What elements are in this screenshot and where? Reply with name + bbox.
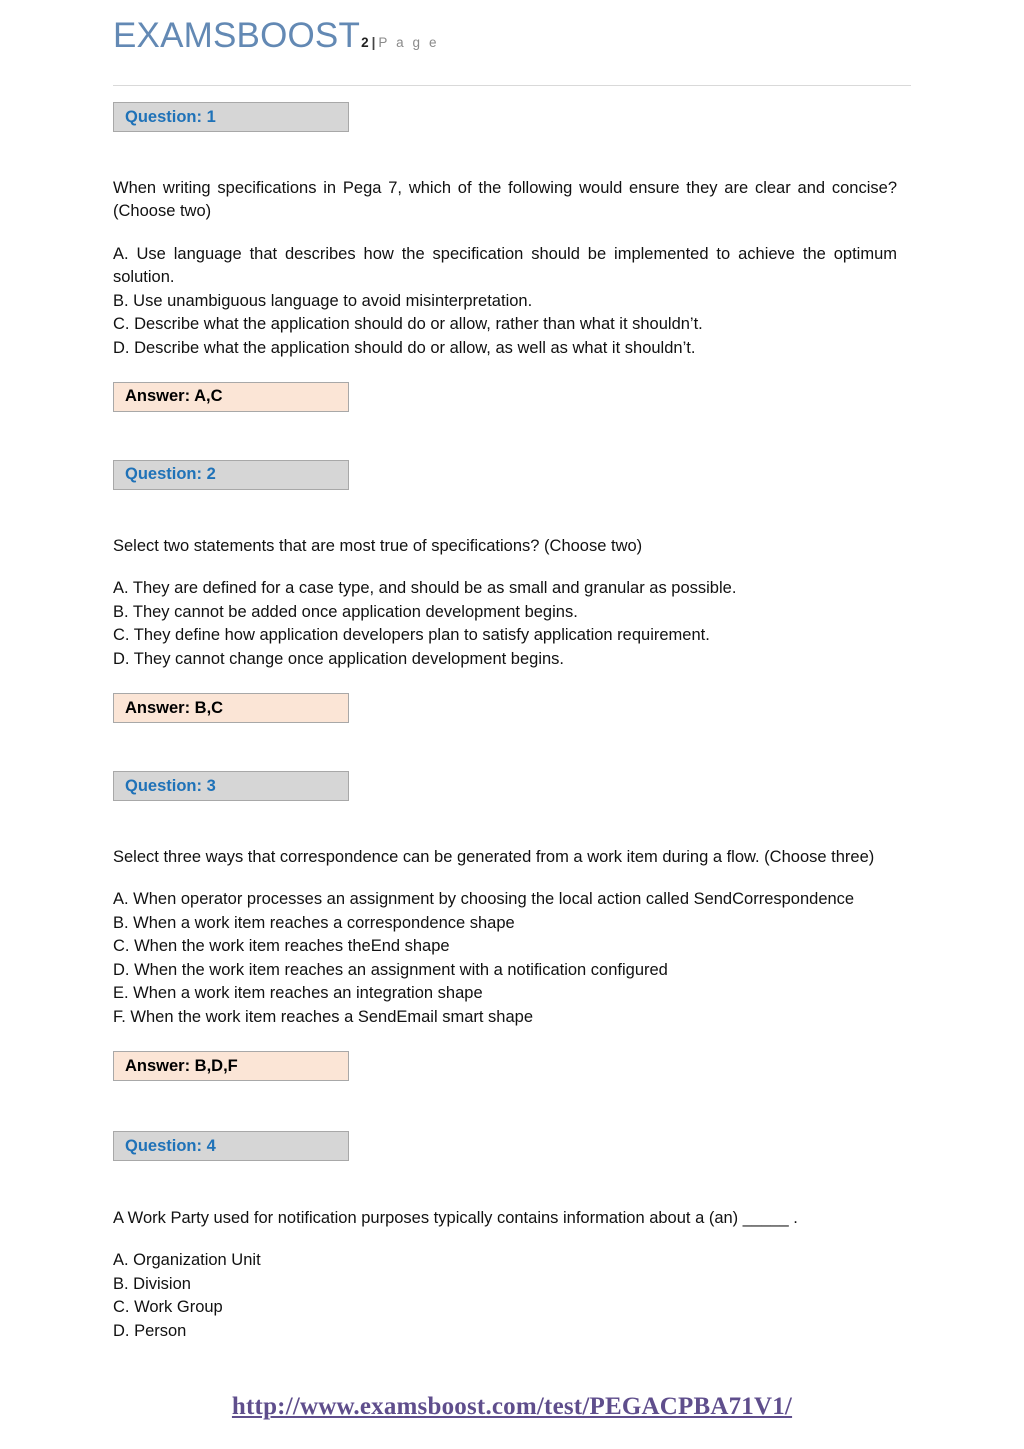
page-word-label: P a g e — [378, 35, 440, 50]
question-label-4: Question: 4 — [113, 1131, 349, 1162]
option-item: F. When the work item reaches a SendEmai… — [113, 1007, 534, 1026]
answer-label-text-1: Answer: A,C — [125, 387, 223, 406]
question-stem-1: When writing specifications in Pega 7, w… — [113, 179, 897, 221]
option-item: A. Use language that describes how the s… — [113, 244, 897, 287]
option-item: B. Division — [113, 1274, 191, 1293]
answer-label-text-2: Answer: B,C — [125, 698, 224, 717]
question-label-text-4: Question: 4 — [125, 1136, 216, 1155]
option-item: D. Describe what the application should … — [113, 338, 696, 357]
answer-label-2: Answer: B,C — [113, 693, 349, 724]
footer-url-link[interactable]: http://www.examsboost.com/test/PEGACPBA7… — [232, 1393, 792, 1420]
question-stem-3: Select three ways that correspondence ca… — [113, 848, 875, 867]
option-item: D. When the work item reaches an assignm… — [113, 960, 668, 979]
option-item: B. Use unambiguous language to avoid mis… — [113, 291, 533, 310]
question-options-1: A. Use language that describes how the s… — [113, 243, 897, 360]
option-item: D. They cannot change once application d… — [113, 649, 565, 668]
option-item: C. Work Group — [113, 1298, 223, 1317]
question-options-3: A. When operator processes an assignment… — [113, 888, 897, 1029]
option-item: D. Person — [113, 1321, 187, 1340]
brand-logo: EXAMSBOOST — [113, 16, 361, 55]
question-label-text-1: Question: 1 — [125, 107, 216, 126]
document-footer: http://www.examsboost.com/test/PEGACPBA7… — [0, 1393, 1024, 1421]
option-item: C. They define how application developer… — [113, 626, 710, 645]
option-item: B. They cannot be added once application… — [113, 602, 578, 621]
document-page: EXAMSBOOST 2 | P a g e Question: 1 When … — [0, 0, 1024, 1449]
document-header: EXAMSBOOST 2 | P a g e — [113, 0, 911, 68]
question-stem-2: Select two statements that are most true… — [113, 536, 643, 555]
question-label-3: Question: 3 — [113, 771, 349, 802]
answer-label-1: Answer: A,C — [113, 381, 349, 412]
option-item: E. When a work item reaches an integrati… — [113, 984, 483, 1003]
question-stem-4: A Work Party used for notification purpo… — [113, 1209, 798, 1228]
question-label-text-2: Question: 2 — [125, 465, 216, 484]
option-item: C. When the work item reaches theEnd sha… — [113, 937, 450, 956]
question-label-text-3: Question: 3 — [125, 776, 216, 795]
page-separator: | — [371, 35, 376, 50]
page-number: 2 — [361, 35, 369, 50]
answer-label-text-3: Answer: B,D,F — [125, 1056, 238, 1075]
option-item: B. When a work item reaches a correspond… — [113, 913, 515, 932]
question-options-2: A. They are defined for a case type, and… — [113, 577, 897, 671]
answer-label-3: Answer: B,D,F — [113, 1051, 349, 1082]
option-item: A. Organization Unit — [113, 1251, 261, 1270]
option-item: C. Describe what the application should … — [113, 315, 703, 334]
option-item: A. When operator processes an assignment… — [113, 890, 855, 909]
question-label-2: Question: 2 — [113, 459, 349, 490]
question-options-4: A. Organization Unit B. Division C. Work… — [113, 1249, 897, 1343]
option-item: A. They are defined for a case type, and… — [113, 579, 737, 598]
question-label-1: Question: 1 — [113, 102, 349, 132]
